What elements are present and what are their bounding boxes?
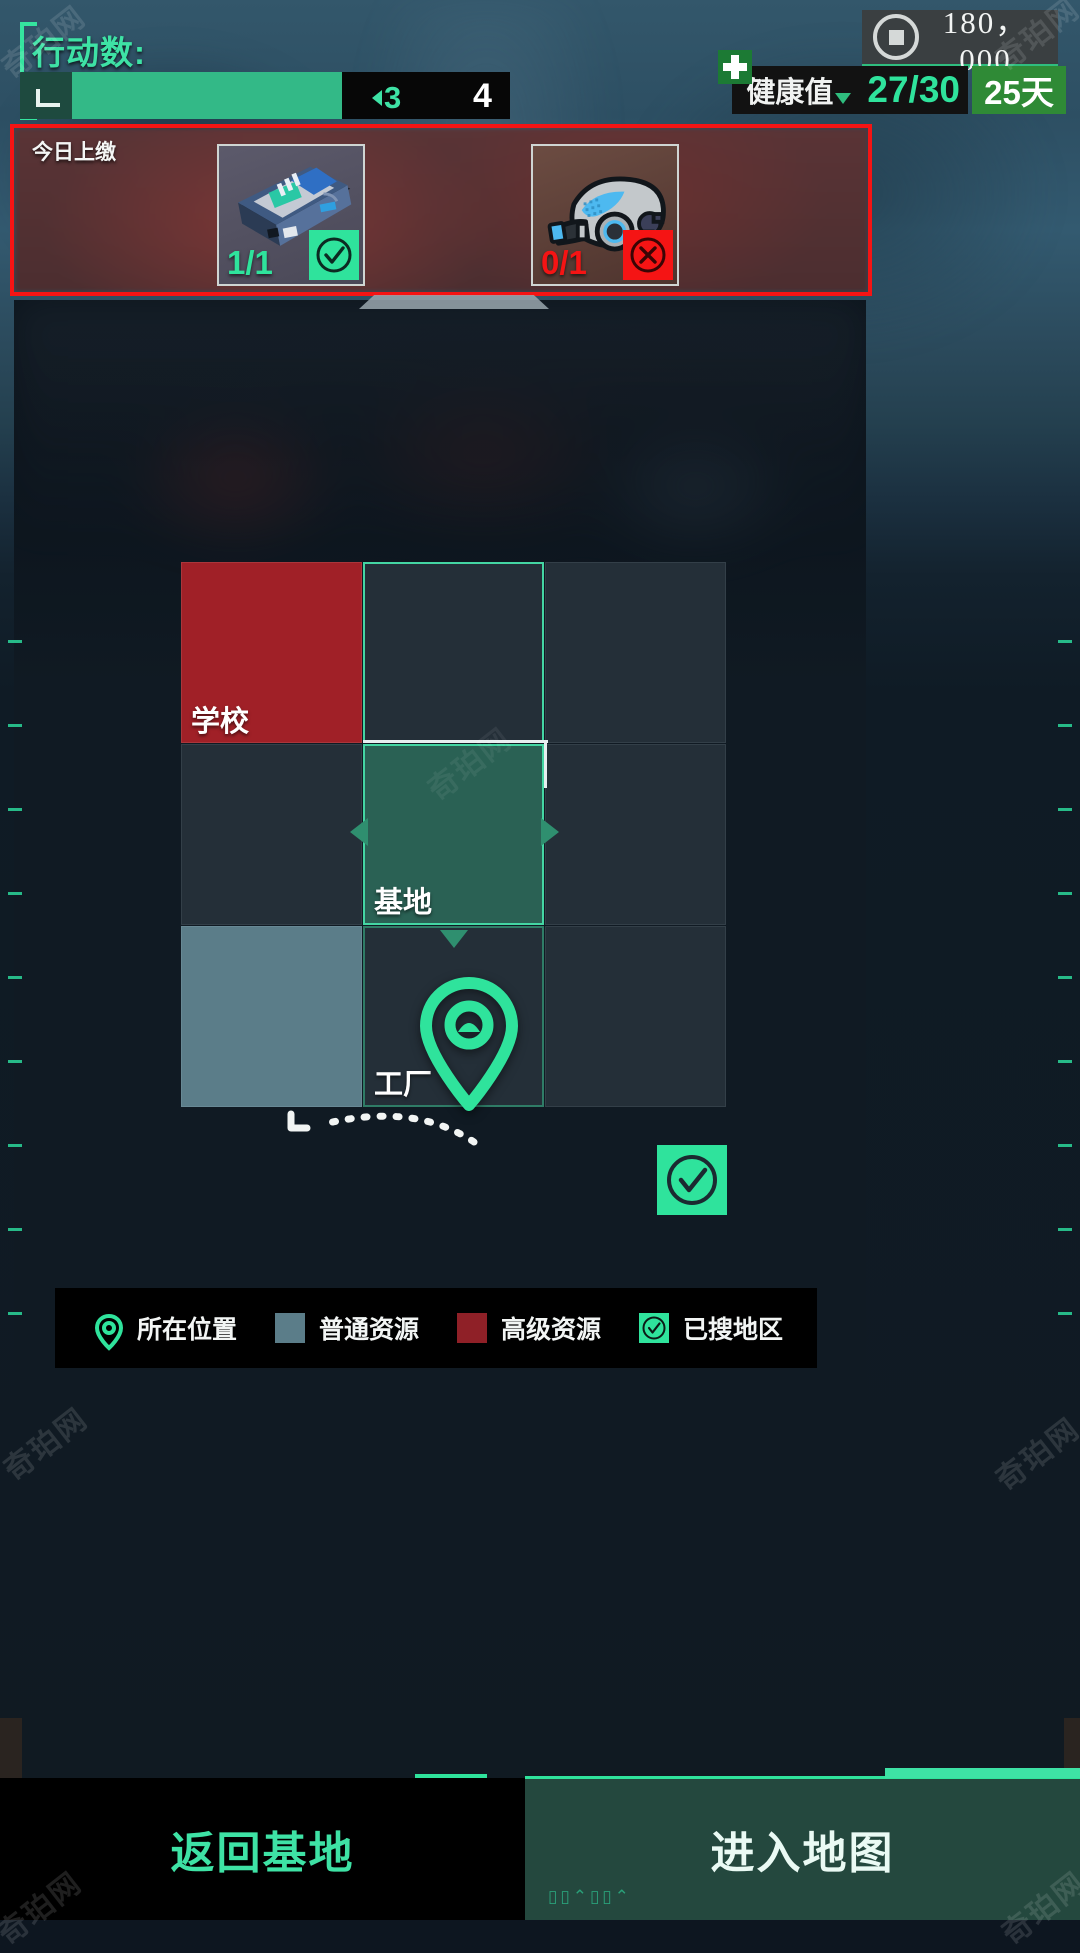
currency-display[interactable]: 180，000 (862, 5, 1058, 77)
cross-circle-icon (623, 230, 673, 280)
map-cell-label: 学校 (191, 706, 250, 738)
down-arrow-icon[interactable] (440, 930, 468, 948)
return-to-base-label: 返回基地 (170, 1829, 355, 1878)
selection-edge (363, 740, 548, 746)
map-cell-label: 基地 (374, 887, 433, 919)
check-circle-icon (639, 1313, 670, 1343)
health-display[interactable]: 健康值 27/30 (718, 50, 968, 114)
map-cell[interactable] (181, 744, 362, 925)
day-counter: 25天 (972, 66, 1066, 114)
action-current-marker-icon (372, 90, 382, 106)
return-to-base-button[interactable]: 返回基地 (0, 1774, 525, 1920)
quota-item-count: 1/1 (227, 244, 273, 281)
action-bar-cap-icon (20, 72, 72, 119)
location-pin-icon (93, 1313, 124, 1351)
action-points-label: 行动数: (32, 34, 146, 71)
map-legend: 所在位置 普通资源 高级资源 已搜地区 (55, 1288, 817, 1368)
bottom-button-row: 返回基地 进入地图 ▯▯⌃▯▯⌃ (0, 1768, 1080, 1920)
quota-panel-background (14, 128, 868, 292)
check-circle-icon (667, 1155, 717, 1205)
map-cell-base[interactable]: 基地 (363, 744, 544, 925)
health-label: 健康值 (746, 77, 834, 109)
searched-area-badge (657, 1145, 727, 1215)
left-arrow-icon[interactable] (350, 818, 368, 846)
quota-item-slot[interactable]: 0/1 (531, 144, 679, 286)
daily-quota-panel: 今日上缴 1/1 0/1 (10, 124, 872, 296)
quota-title: 今日上缴 (32, 141, 116, 164)
legend-item-normal-resource: 普通资源 (275, 1310, 419, 1346)
left-edge-strip (0, 1718, 22, 1778)
map-cell[interactable] (545, 562, 726, 743)
right-tick-rail (1054, 640, 1072, 1340)
action-max-value: 4 (473, 77, 492, 115)
quota-item-slot[interactable]: 1/1 (217, 144, 365, 286)
health-value: 27/30 (867, 69, 960, 110)
right-arrow-icon[interactable] (541, 818, 559, 846)
square-swatch (275, 1313, 306, 1343)
stop-circle-icon (873, 14, 919, 60)
health-cross-icon (718, 50, 753, 84)
selection-edge (544, 740, 550, 788)
map-cell-resource[interactable] (181, 926, 362, 1107)
check-circle-icon (309, 230, 359, 280)
map-panel[interactable]: 学校 基地 工厂 (14, 295, 866, 1400)
square-swatch (457, 1313, 488, 1343)
action-current-value: 3 (384, 80, 402, 115)
location-pin-icon (414, 975, 524, 1113)
day-value: 25天 (984, 74, 1054, 111)
panel-notch (359, 295, 549, 309)
chevron-down-icon (835, 92, 852, 104)
quota-item-count: 0/1 (541, 244, 587, 281)
legend-label: 所在位置 (137, 1316, 238, 1344)
legend-item-advanced-resource: 高级资源 (457, 1310, 601, 1346)
action-points-bar: 3 4 行动数: (18, 22, 510, 120)
enter-map-button[interactable]: 进入地图 ▯▯⌃▯▯⌃ (525, 1768, 1080, 1920)
legend-label: 已搜地区 (683, 1316, 784, 1344)
action-bar-fill (72, 72, 343, 119)
map-cell-selected[interactable] (363, 562, 544, 743)
enter-map-glyph-row: ▯▯⌃▯▯⌃ (548, 1887, 632, 1906)
legend-item-searched: 已搜地区 (639, 1310, 783, 1346)
legend-item-location: 所在位置 (93, 1310, 238, 1351)
legend-label: 高级资源 (501, 1316, 602, 1344)
map-cell[interactable] (545, 926, 726, 1107)
map-cell-searched[interactable] (545, 744, 726, 925)
legend-label: 普通资源 (319, 1316, 420, 1344)
map-cell-school[interactable]: 学校 (181, 562, 362, 743)
enter-map-label: 进入地图 (710, 1829, 895, 1878)
